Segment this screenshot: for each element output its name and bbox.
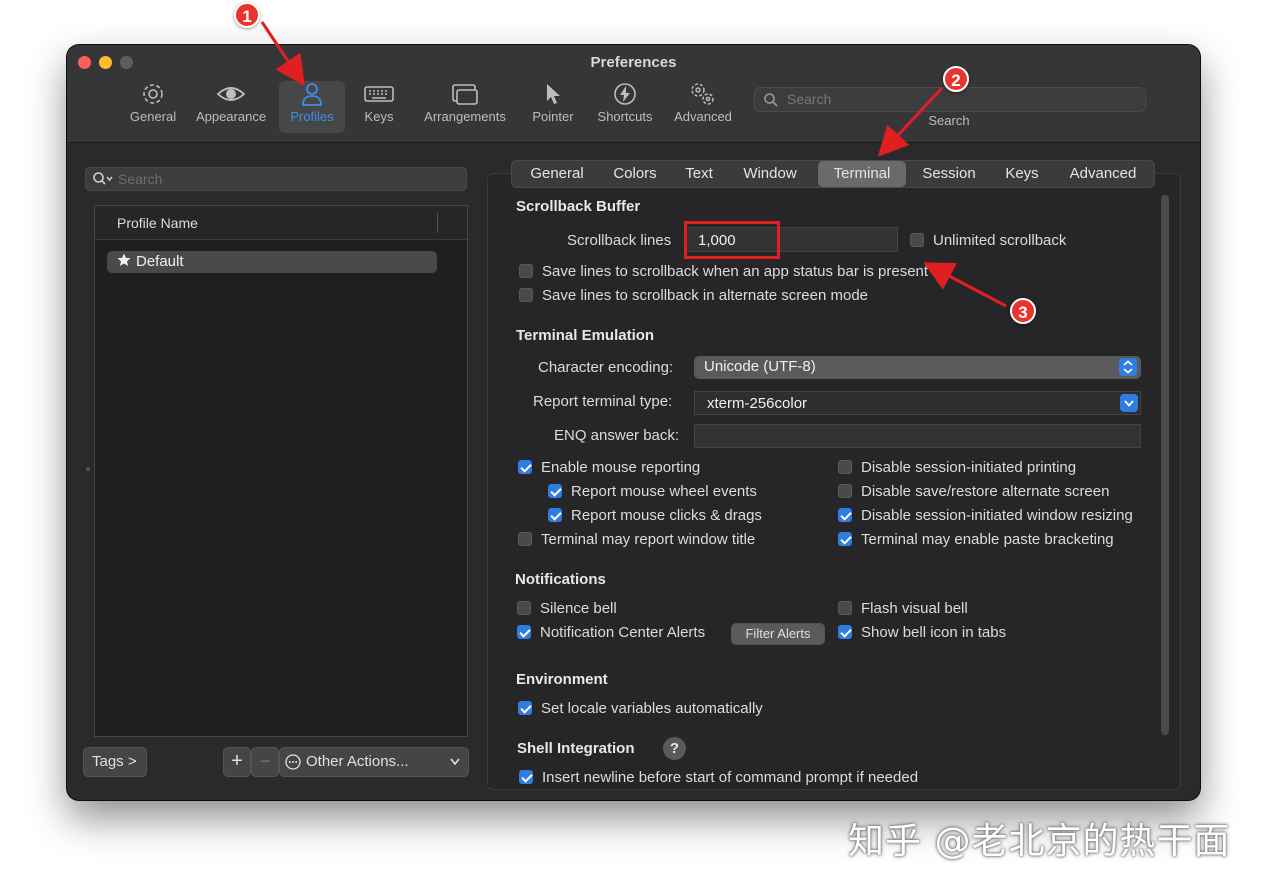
watermark: 知乎 @老北京的热干面 [848,821,1231,862]
annotation-2: 2 [943,66,969,92]
annotation-3: 3 [1010,298,1036,324]
annotation-arrows [260,21,1007,308]
annotation-1: 1 [234,2,260,28]
